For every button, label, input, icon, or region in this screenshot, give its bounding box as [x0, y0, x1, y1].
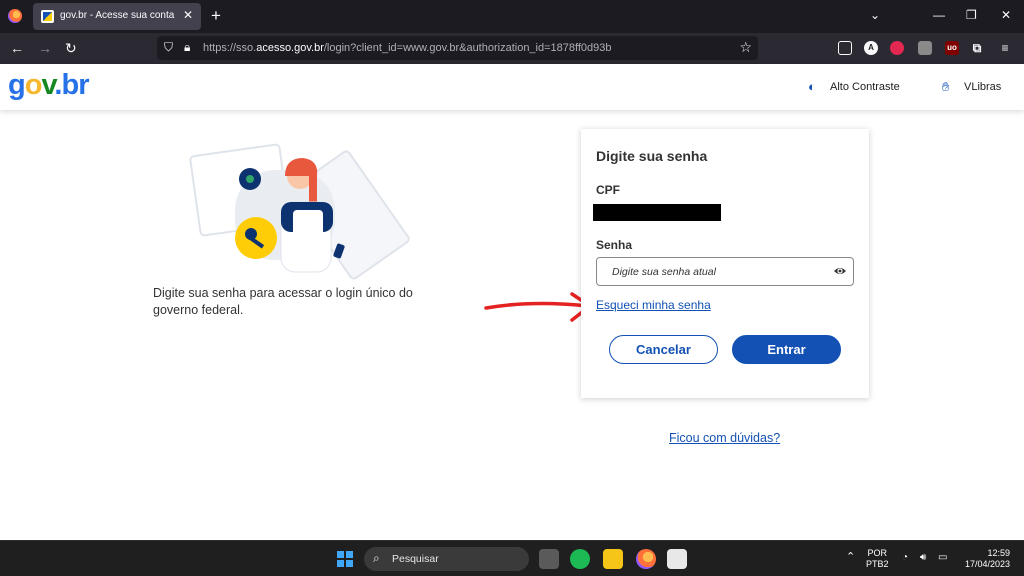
pocket-icon[interactable] [838, 41, 852, 55]
firefox-taskbar-icon[interactable] [636, 549, 656, 569]
url-bar[interactable]: ⛉ 🔒︎ https://sso.acesso.gov.br/login?cli… [157, 36, 758, 60]
close-window-icon[interactable]: ✕ [1001, 8, 1011, 22]
account-a-icon[interactable]: A [864, 41, 878, 55]
high-contrast-button[interactable]: Alto Contraste [830, 81, 900, 93]
show-password-eye-icon[interactable] [833, 264, 847, 278]
battery-icon[interactable]: ▭ [938, 552, 947, 563]
minimize-icon[interactable]: — [933, 8, 945, 22]
windows-taskbar: ⌕ Pesquisar ⌃ POR PTB2 ◔ 🔊︎ ▭ 12:59 17/0… [0, 540, 1024, 576]
red-arrow-annotation [484, 292, 592, 322]
back-icon[interactable]: ← [10, 39, 24, 57]
taskbar-search-label: Pesquisar [392, 553, 439, 565]
contrast-icon[interactable]: ◐ [808, 79, 816, 94]
login-description: Digite sua senha para acessar o login ún… [153, 286, 413, 317]
browser-nav-bar: ← → ↻ ⛉ 🔒︎ https://sso.acesso.gov.br/log… [0, 33, 1024, 64]
restore-icon[interactable]: ❐ [966, 8, 977, 22]
spotify-icon[interactable] [570, 549, 590, 569]
firefox-icon[interactable] [8, 9, 22, 23]
lock-icon[interactable]: 🔒︎ [184, 40, 190, 55]
reload-icon[interactable]: ↻ [65, 39, 77, 57]
volume-icon[interactable]: 🔊︎ [920, 552, 926, 563]
tab-title: gov.br - Acesse sua conta [60, 10, 175, 21]
menu-icon[interactable]: ≡ [998, 41, 1012, 55]
task-view-icon[interactable] [539, 549, 559, 569]
vlibras-button[interactable]: VLibras [964, 81, 1001, 93]
enter-button[interactable]: Entrar [732, 335, 841, 364]
login-card: Digite sua senha CPF Senha Esqueci minha… [581, 129, 869, 398]
password-input[interactable] [596, 257, 854, 286]
card-title: Digite sua senha [596, 148, 708, 164]
browser-tab-active[interactable]: gov.br - Acesse sua conta ✕ [33, 3, 201, 30]
ublock-extension-icon[interactable]: uo [945, 41, 959, 55]
language-indicator[interactable]: POR PTB2 [866, 548, 889, 570]
forgot-password-link[interactable]: Esqueci minha senha [596, 298, 711, 312]
shield-icon[interactable]: ⛉ [164, 40, 173, 55]
key-icon [235, 217, 277, 259]
red-extension-icon[interactable] [890, 41, 904, 55]
url-text[interactable]: https://sso.acesso.gov.br/login?client_i… [203, 42, 612, 54]
tab-close-icon[interactable]: ✕ [183, 8, 193, 22]
forward-icon[interactable]: → [38, 39, 52, 57]
gray-extension-icon[interactable] [918, 41, 932, 55]
login-illustration [189, 143, 410, 280]
extension-icon[interactable]: ⧉ [970, 41, 984, 55]
taskbar-search[interactable]: ⌕ Pesquisar [364, 547, 529, 571]
bookmark-star-icon[interactable]: ☆ [739, 39, 752, 56]
new-tab-button[interactable]: + [211, 6, 221, 26]
browser-tab-bar: gov.br - Acesse sua conta ✕ + ⌄ — ❐ ✕ [0, 0, 1024, 33]
search-icon: ⌕ [373, 551, 380, 565]
govbr-favicon-icon [41, 10, 54, 23]
help-link[interactable]: Ficou com dúvidas? [669, 431, 780, 445]
cpf-value-redacted [593, 204, 721, 221]
windows-start-icon[interactable] [337, 551, 353, 567]
page-header: gov.br ◐ Alto Contraste ✋︎ VLibras [0, 64, 1024, 110]
vlibras-icon[interactable]: ✋︎ [942, 79, 949, 95]
cancel-button[interactable]: Cancelar [609, 335, 718, 364]
cpf-label: CPF [596, 183, 620, 197]
wifi-icon[interactable]: ◔ [902, 552, 908, 563]
password-label: Senha [596, 238, 633, 252]
clock[interactable]: 12:59 17/04/2023 [960, 548, 1010, 570]
snipping-tool-icon[interactable] [667, 549, 687, 569]
govbr-logo[interactable]: gov.br [8, 68, 89, 102]
list-all-tabs-icon[interactable]: ⌄ [870, 8, 880, 22]
file-explorer-icon[interactable] [603, 549, 623, 569]
tray-chevron-icon[interactable]: ⌃ [846, 552, 855, 563]
